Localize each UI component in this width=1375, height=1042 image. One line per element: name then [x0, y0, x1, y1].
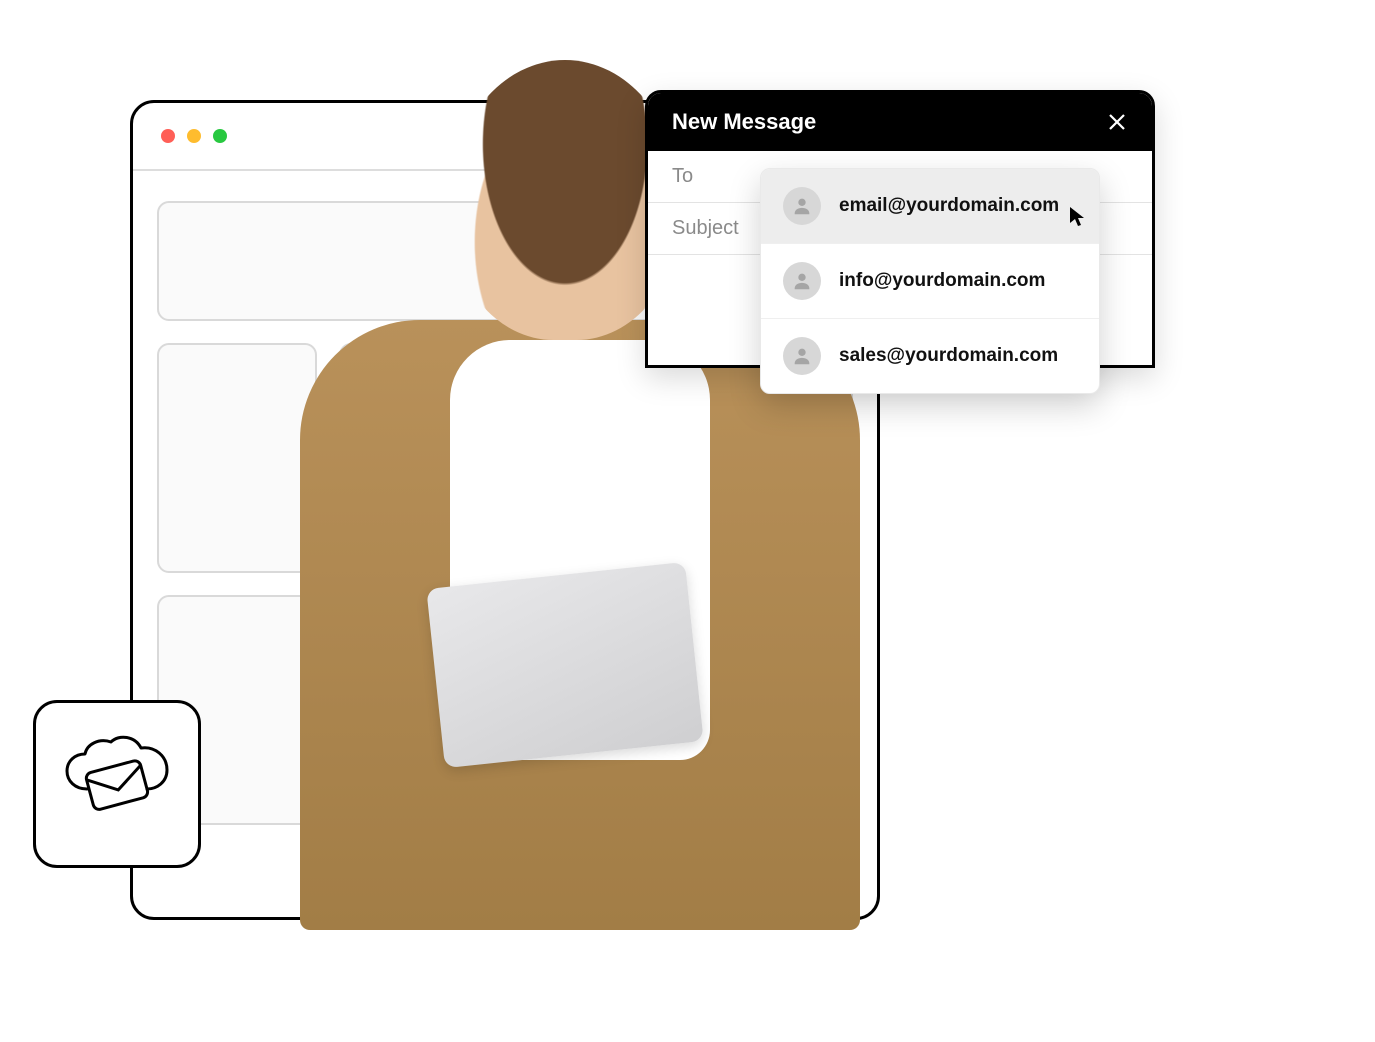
- compose-title: New Message: [672, 109, 816, 135]
- email-suggestions-dropdown: email@yourdomain.com info@yourdomain.com…: [760, 168, 1100, 394]
- suggestion-email: email@yourdomain.com: [839, 195, 1059, 217]
- suggestion-email: info@yourdomain.com: [839, 270, 1045, 292]
- window-maximize-dot[interactable]: [213, 129, 227, 143]
- suggestion-email: sales@yourdomain.com: [839, 345, 1058, 367]
- suggestion-item[interactable]: sales@yourdomain.com: [761, 319, 1099, 393]
- close-icon[interactable]: [1106, 111, 1128, 133]
- content-block-large: [339, 595, 853, 825]
- person-avatar-icon: [783, 262, 821, 300]
- person-avatar-icon: [783, 337, 821, 375]
- subject-label: Subject: [672, 217, 739, 239]
- content-block-small: [157, 343, 317, 573]
- compose-header: New Message: [648, 93, 1152, 151]
- cloud-mail-icon: [57, 734, 177, 834]
- suggestion-item[interactable]: info@yourdomain.com: [761, 244, 1099, 319]
- window-close-dot[interactable]: [161, 129, 175, 143]
- window-minimize-dot[interactable]: [187, 129, 201, 143]
- cloud-mail-badge: [33, 700, 201, 868]
- person-avatar-icon: [783, 187, 821, 225]
- to-label: To: [672, 165, 693, 187]
- suggestion-item[interactable]: email@yourdomain.com: [761, 169, 1099, 244]
